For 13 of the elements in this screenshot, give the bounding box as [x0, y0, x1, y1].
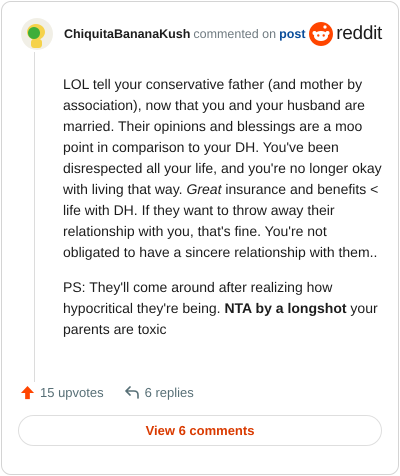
post-link[interactable]: post	[279, 27, 306, 41]
reply-arrow-icon[interactable]	[124, 384, 140, 400]
comment-paragraph: LOL tell your conservative father (and mother by association), now that you and your husband are married. Their opinions and blessings are a moo point in comparison to your DH. You've been disrespected all your life, and you're no longer okay with living that way. Great insurance and benefits < life with DH. If they want to throw away their relationship with you, that's fine. You're not obligated to have a sincere relationship with them..	[63, 75, 382, 262]
username[interactable]: ChiquitaBananaKush	[64, 27, 190, 41]
upvote-count: 15 upvotes	[40, 384, 104, 400]
snoo-logo-icon	[309, 22, 334, 46]
view-comments-button[interactable]: View 6 comments	[18, 415, 382, 446]
comment-paragraph: PS: They'll come around after realizing how hypocritical they're being. NTA by a longshot your parents are toxic	[63, 278, 379, 339]
reply-count: 6 replies	[144, 384, 194, 400]
reddit-wordmark: reddit	[336, 23, 382, 45]
action-text: commented on	[193, 27, 276, 41]
avatar-icon	[20, 17, 54, 51]
upvote-arrow-icon[interactable]	[20, 384, 35, 400]
